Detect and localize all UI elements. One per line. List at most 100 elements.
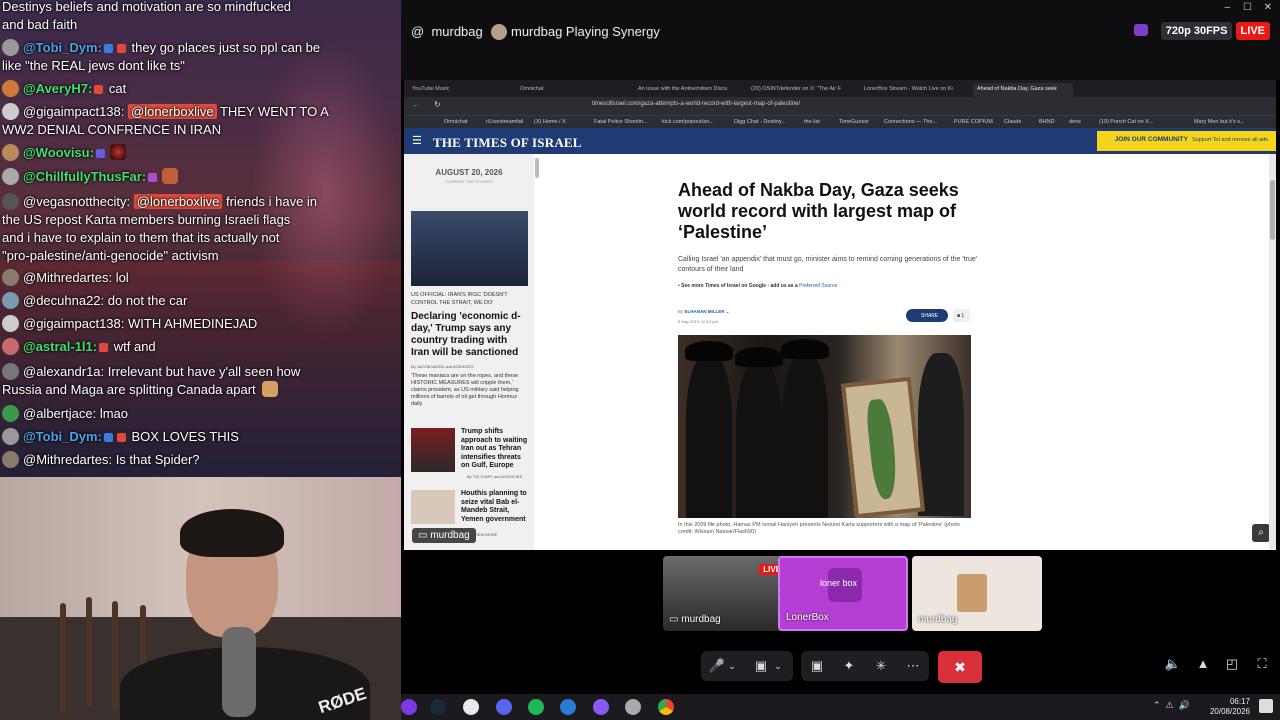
maximize-icon[interactable]: ☐ — [1243, 2, 1252, 13]
app-icon[interactable] — [625, 699, 641, 715]
end-call-button[interactable]: ✖ — [938, 651, 982, 683]
chat-username[interactable]: @gigaimpact138: — [23, 316, 124, 331]
bookmark[interactable]: Digg Chat - Destiny... — [734, 119, 786, 125]
chat-mention[interactable]: @lonerboxlive — [133, 194, 223, 209]
browser-tab[interactable]: An issue with the Antisemitism Discu — [634, 83, 744, 97]
chat-username[interactable]: @Mithredartes: — [23, 270, 112, 285]
author-name[interactable]: ELHANAN MILLER — [685, 309, 725, 314]
story-kicker[interactable]: US OFFICIAL: IRAN'S IRGC 'DOESN'T CONTRO… — [411, 291, 528, 307]
minimize-icon[interactable]: – — [1224, 2, 1230, 13]
chat-mention[interactable]: @lonerboxlive — [128, 104, 217, 119]
bookmark[interactable]: Mary Men but it's s... — [1194, 119, 1245, 125]
story-headline[interactable]: Trump shifts approach to waiting Iran ou… — [461, 428, 531, 471]
app-icon[interactable] — [593, 699, 609, 715]
participant-tile-active[interactable]: loner box LonerBox — [778, 556, 908, 631]
story-image[interactable] — [411, 211, 528, 286]
sidebar-scrollbar[interactable] — [535, 158, 539, 178]
chat-username[interactable]: @Woovisu: — [23, 145, 94, 160]
channel-username[interactable]: murdbag — [431, 24, 482, 39]
more-options-icon[interactable]: ⋯ — [901, 656, 925, 676]
popout-icon[interactable]: ◰ — [1223, 656, 1241, 674]
menu-icon[interactable]: ☰ — [412, 134, 422, 147]
browser-tab[interactable]: (20) OSINTdefender on X: "The Air F — [747, 83, 857, 97]
bookmark[interactable]: (19) Punch Cat on X... — [1099, 119, 1153, 125]
soundboard-icon[interactable]: ✳ — [869, 656, 893, 676]
app-icon[interactable] — [401, 699, 417, 715]
zoom-icon[interactable]: ⌕ — [1252, 524, 1270, 542]
screen-share-icon[interactable]: ▣ — [805, 656, 829, 676]
clock[interactable]: 06:17 20/08/2026 — [1210, 697, 1250, 717]
spotify-icon[interactable] — [528, 699, 544, 715]
obs-icon[interactable] — [463, 699, 479, 715]
chat-username[interactable]: @Mithredartes: — [23, 452, 112, 467]
chat-username[interactable]: @vegasnotthecity: — [23, 194, 130, 209]
browser-tab-active[interactable]: Ahead of Nakba Day, Gaza seek — [973, 83, 1073, 97]
chat-username[interactable]: @albertjace: — [23, 406, 96, 421]
fullscreen-icon[interactable]: ⛶ — [1253, 656, 1271, 674]
url-field[interactable]: timesofisrael.com/gaza-attempts-a-world-… — [592, 101, 800, 107]
bookmark[interactable]: TimeGuessr — [839, 119, 869, 125]
bookmark[interactable]: (X) Home / X — [534, 119, 566, 125]
chat-message: @Mithredartes: lol — [2, 267, 400, 288]
extension-icon[interactable] — [1133, 24, 1148, 36]
bookmark[interactable]: kick.com/popout/an... — [662, 119, 714, 125]
bookmark[interactable]: the list — [804, 119, 820, 125]
share-button[interactable]: SHARE — [906, 309, 948, 322]
notifications-icon[interactable] — [1259, 699, 1273, 713]
chevron-down-icon[interactable]: ⌄ — [725, 656, 739, 676]
article-byline[interactable]: By ELHANAN MILLER ⌄ — [678, 309, 730, 315]
bookmark[interactable]: Omnichat — [444, 119, 468, 125]
system-tray[interactable]: ⌃ ⚠ 🔊 — [1153, 700, 1190, 711]
site-logo[interactable]: THE TIMES OF ISRAEL — [433, 135, 582, 151]
volume-icon[interactable]: 🔈 — [1164, 656, 1182, 674]
bookmark[interactable]: BHND — [1039, 119, 1055, 125]
bookmark[interactable]: Connections — The... — [884, 119, 937, 125]
clock-time: 06:17 — [1229, 697, 1250, 706]
badge-icon — [103, 433, 113, 442]
app-icon[interactable] — [560, 699, 576, 715]
bookmark[interactable]: dens — [1069, 119, 1081, 125]
screen-icon: ▭ — [418, 530, 428, 541]
preferred-source-link[interactable]: Preferred Source — [799, 283, 837, 289]
browser-tab[interactable]: LonerBox Stream - Watch Live on Ki — [860, 83, 970, 97]
chat-username[interactable]: @ChillfullyThusFar: — [23, 169, 146, 184]
article-photo[interactable] — [678, 335, 971, 518]
close-icon[interactable]: ✕ — [1264, 2, 1272, 13]
chat-username[interactable]: @astral-1l1: — [23, 339, 97, 354]
chat-username[interactable]: @decuhna22: — [23, 293, 104, 308]
bookmark[interactable]: PURE COPIUM — [954, 119, 993, 125]
participant-tile[interactable]: LIVE ▭ murdbag — [663, 556, 793, 631]
join-community-button[interactable]: JOIN OUR COMMUNITY Support ToI and remove… — [1096, 131, 1276, 151]
chat-username[interactable]: @Tobi_Dym: — [23, 40, 102, 55]
reload-icon[interactable]: ↻ — [434, 100, 441, 109]
camera-off-icon[interactable]: ▣ — [749, 656, 773, 676]
story-headline[interactable]: Houthis planning to seize vital Bab el-M… — [461, 490, 531, 524]
bookmark[interactable]: Claude — [1004, 119, 1021, 125]
bookmark[interactable]: Fatal Police Shootin... — [594, 119, 648, 125]
chat-message: @albertjace: lmao — [2, 403, 400, 424]
channel-name[interactable]: @ murdbag — [411, 24, 483, 39]
back-icon[interactable]: ← — [412, 100, 420, 109]
activities-icon[interactable]: ✦ — [837, 656, 861, 676]
comments-button[interactable]: ■ 1 — [953, 309, 970, 322]
pin-icon[interactable]: ▲ — [1194, 656, 1212, 674]
participant-name-text: murdbag — [681, 614, 721, 625]
browser-tab[interactable]: Omnichat — [516, 83, 631, 97]
bookmark[interactable]: r/Livestreamfail — [486, 119, 523, 125]
chat-username[interactable]: @gigaimpact138: — [23, 104, 124, 119]
chat-username[interactable]: @alexandr1a: — [23, 364, 104, 379]
stream-title[interactable]: murdbag Playing Synergy — [491, 24, 660, 40]
story-image[interactable] — [411, 428, 455, 472]
chevron-down-icon[interactable]: ⌄ — [771, 656, 785, 676]
story-image[interactable] — [411, 490, 455, 524]
browser-tab[interactable]: YouTube Music — [408, 83, 513, 97]
story-headline[interactable]: Declaring 'economic d-day,' Trump says a… — [411, 311, 528, 359]
steam-icon[interactable] — [430, 699, 446, 715]
chrome-icon[interactable] — [658, 699, 674, 715]
participant-tile[interactable]: murdbag — [912, 556, 1042, 631]
discord-icon[interactable] — [496, 699, 512, 715]
view-more-link[interactable]: VIEW MORE — [474, 532, 497, 537]
chat-username[interactable]: @AveryH7: — [23, 81, 92, 96]
page-scrollbar-thumb[interactable] — [1270, 180, 1275, 240]
chat-username[interactable]: @Tobi_Dym: — [23, 429, 102, 444]
